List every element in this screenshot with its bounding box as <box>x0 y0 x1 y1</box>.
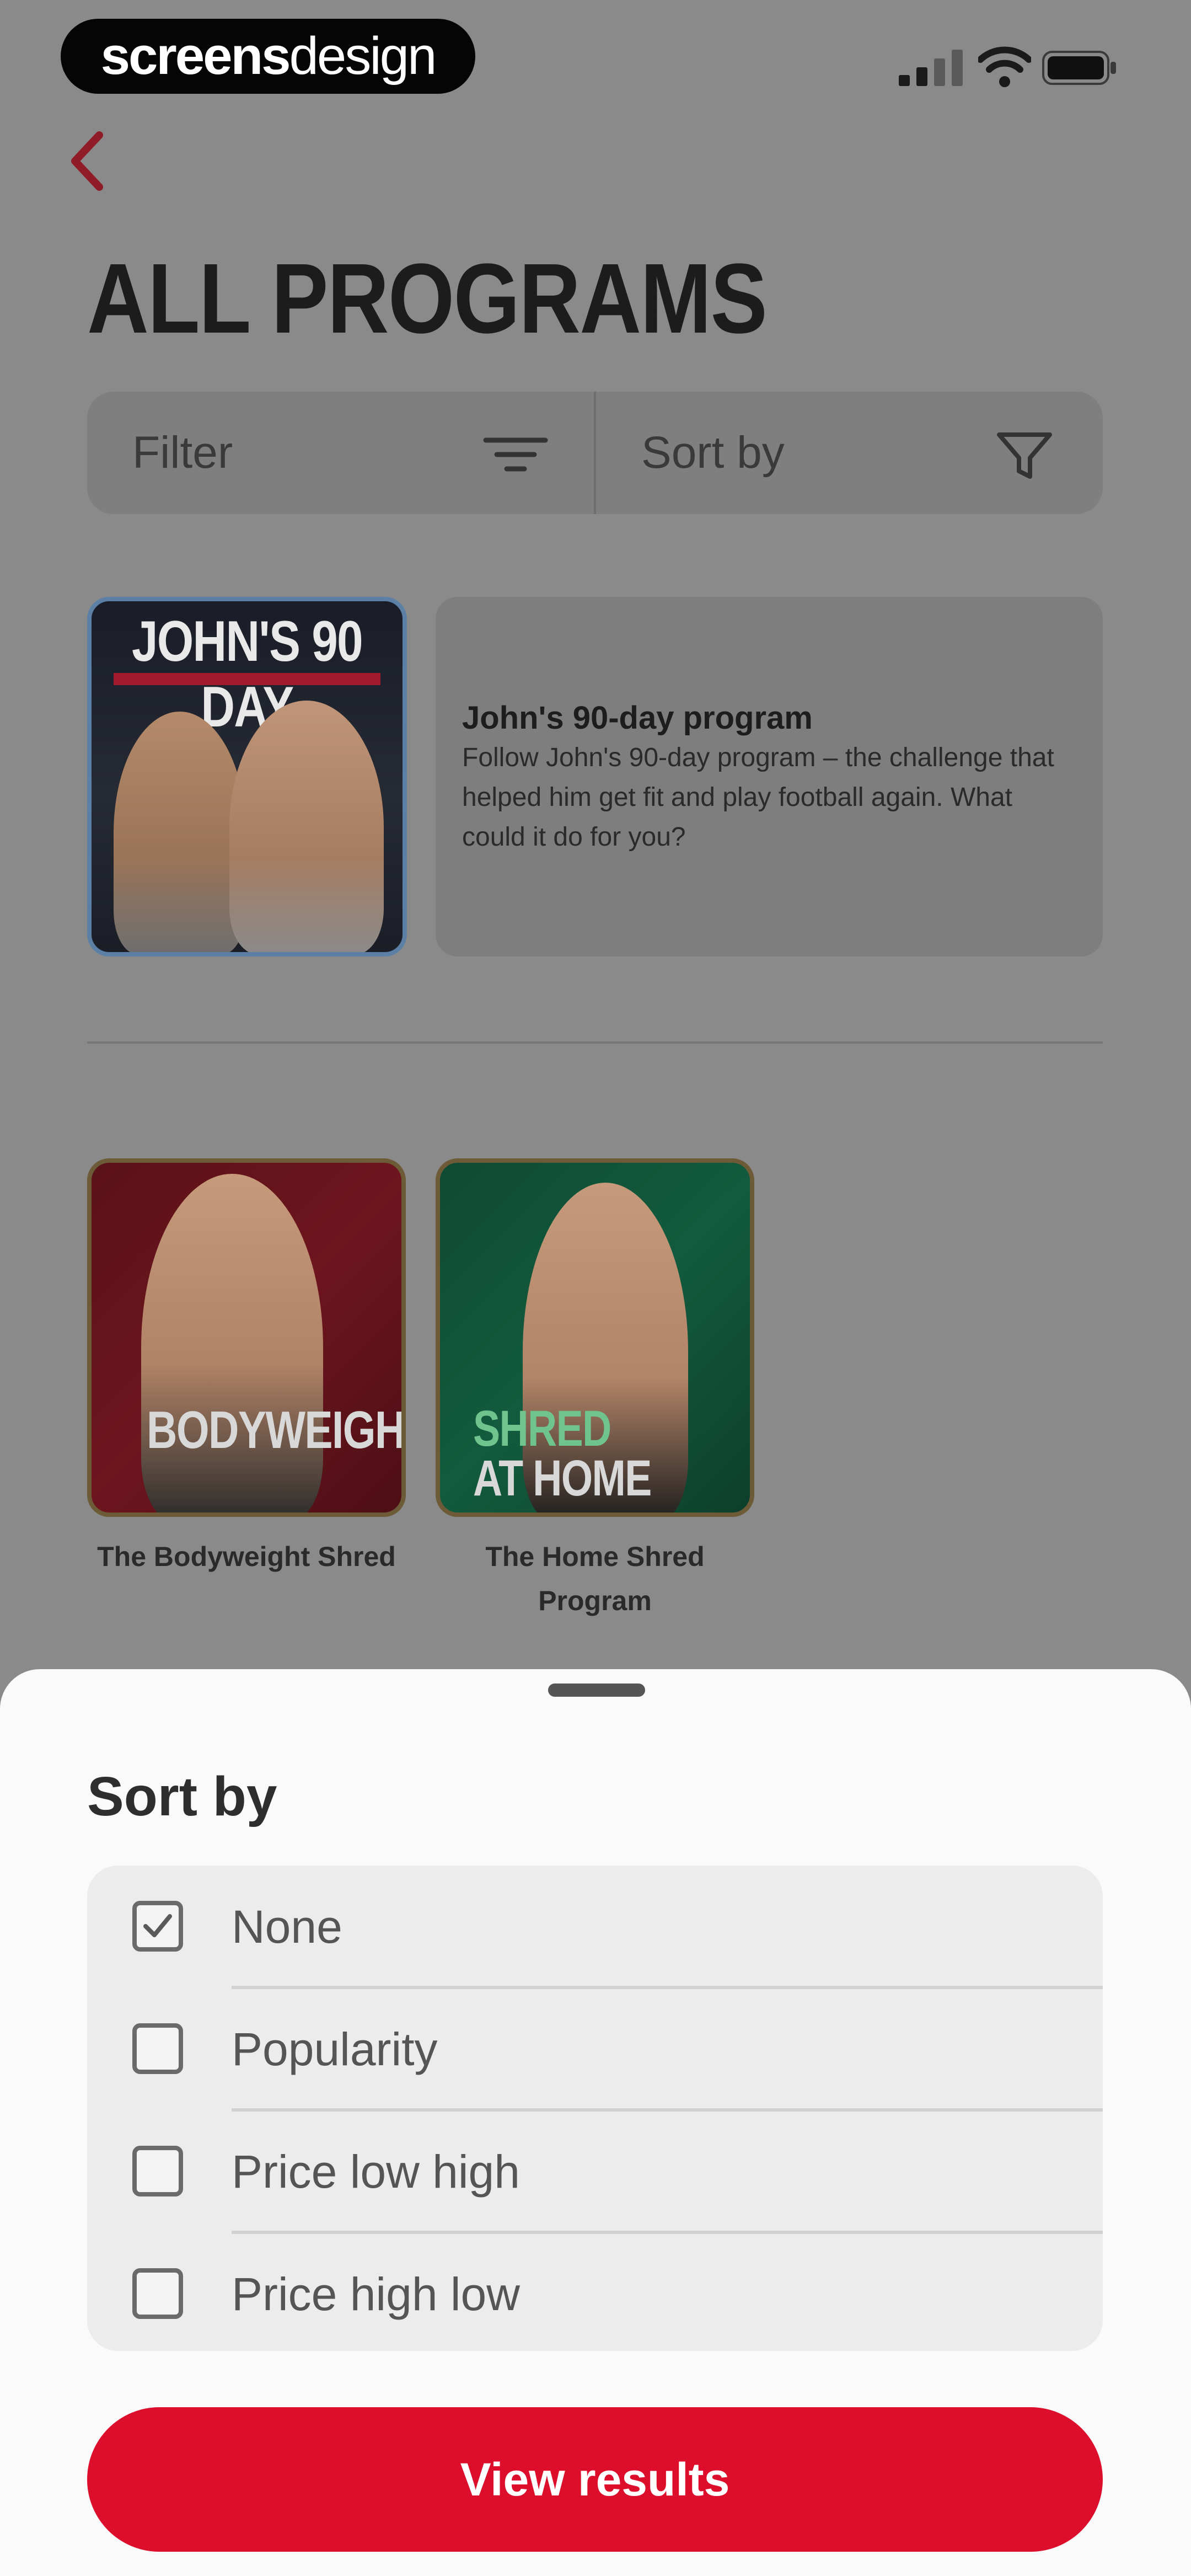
status-icons <box>899 44 1119 94</box>
filter-button[interactable]: Filter <box>87 392 594 514</box>
sheet-drag-handle[interactable] <box>548 1684 645 1697</box>
sheet-title: Sort by <box>87 1766 277 1827</box>
sort-button[interactable]: Sort by <box>596 392 1103 514</box>
sort-option-label: Popularity <box>232 2023 438 2075</box>
person-figure-right <box>229 701 384 952</box>
checkbox-checked[interactable] <box>132 1901 183 1952</box>
featured-program-name: John's 90-day program <box>462 700 813 736</box>
person-figure <box>141 1174 323 1513</box>
sort-option-label: None <box>232 1900 342 1953</box>
sort-label: Sort by <box>641 427 785 478</box>
checkbox[interactable] <box>132 2023 183 2074</box>
logo-text-light: design <box>289 26 437 85</box>
filter-sort-bar: Filter Sort by <box>87 392 1103 514</box>
page-title: ALL PROGRAMS <box>87 243 768 354</box>
filter-label: Filter <box>132 427 233 478</box>
program-caption[interactable]: The Home Shred Program <box>436 1535 754 1623</box>
person-figure-left <box>114 712 246 952</box>
section-divider <box>87 1041 1103 1044</box>
sort-option-label: Price high low <box>232 2268 520 2320</box>
check-icon <box>143 1914 172 1937</box>
program-cover-text: BODYWEIGHT <box>147 1401 406 1460</box>
checkbox[interactable] <box>132 2146 183 2196</box>
view-results-label: View results <box>460 2453 730 2505</box>
funnel-icon <box>997 432 1052 479</box>
sort-option-price-high-low[interactable]: Price high low <box>87 2233 1103 2355</box>
program-tile-home-shred[interactable]: SHRED AT HOME <box>436 1158 754 1517</box>
featured-cover-strip <box>114 673 380 685</box>
screensdesign-logo: screens design <box>61 19 475 94</box>
featured-program-card[interactable]: John's 90-day program Follow John's 90-d… <box>436 597 1103 956</box>
featured-program-description: Follow John's 90-day program – the chall… <box>462 743 1054 852</box>
program-caption[interactable]: The Bodyweight Shred <box>87 1535 406 1579</box>
checkbox[interactable] <box>132 2268 183 2319</box>
back-button[interactable] <box>62 128 111 194</box>
sort-option-label: Price low high <box>232 2145 520 2198</box>
chevron-left-icon <box>71 131 103 191</box>
battery-icon <box>1042 51 1116 85</box>
sort-option-price-low-high[interactable]: Price low high <box>87 2110 1103 2233</box>
program-cover-text-line2: AT HOME <box>473 1450 652 1506</box>
sort-option-popularity[interactable]: Popularity <box>87 1988 1103 2110</box>
signal-icon <box>899 50 963 86</box>
featured-program-image[interactable]: JOHN'S 90 DAY <box>87 597 407 956</box>
wifi-icon <box>978 46 1031 87</box>
view-results-button[interactable]: View results <box>87 2407 1103 2552</box>
sort-option-none[interactable]: None <box>87 1866 1103 1988</box>
program-tile-bodyweight-shred[interactable]: BODYWEIGHT <box>87 1158 406 1517</box>
filter-lines-icon <box>483 437 548 472</box>
logo-text-bold: screens <box>100 26 291 85</box>
